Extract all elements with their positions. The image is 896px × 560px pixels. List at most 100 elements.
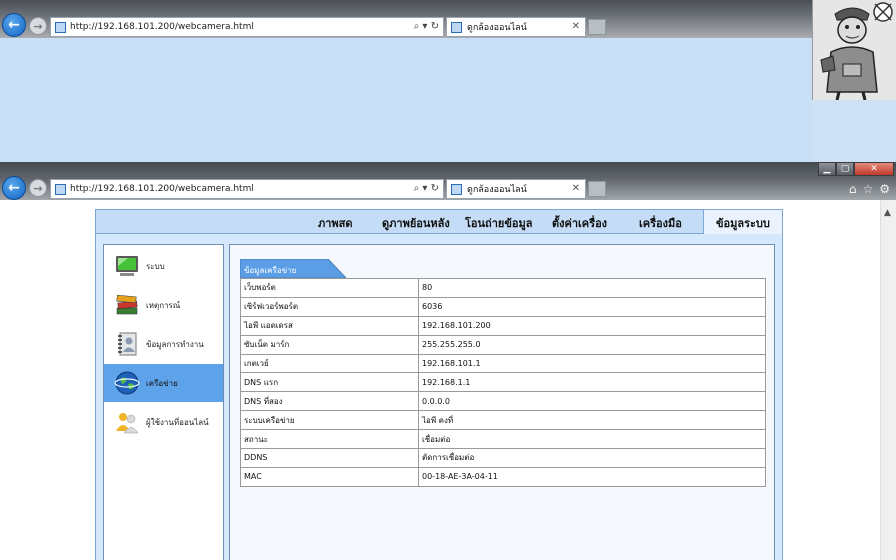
row-key: MAC [240,466,419,487]
new-tab-button[interactable] [588,181,606,197]
tab-title: ดูกล้องออนไลน์ [467,185,527,195]
row-value: 192.168.101.200 [418,315,766,336]
scroll-up-icon[interactable]: ▲ [884,208,891,218]
row-value: 255.255.255.0 [418,334,766,355]
address-tools[interactable]: ⌕ ▾ ↻ [414,183,439,194]
menu-system-info[interactable]: ข้อมูลระบบ [703,210,783,234]
tab-favicon-icon [451,21,462,33]
forward-button-icon[interactable]: → [29,179,47,197]
browser-tab[interactable]: ดูกล้องออนไลน์ ✕ [446,17,586,37]
sidebar-item-events[interactable]: เหตุการณ์ [104,286,223,324]
page-favicon-icon [55,183,66,195]
address-bar[interactable]: http://192.168.101.200/webcamera.html ⌕ … [50,17,444,37]
sidebar-item-system[interactable]: ระบบ [104,247,223,285]
sidebar-item-label: ผู้ใช้งานที่ออนไลน์ [146,417,209,427]
row-key: สถานะ [240,429,419,450]
network-info-table: เว็บพอร์ต 80 เซิร์ฟเวอร์พอร์ต 6036 ไอพี แอดเ… [240,278,766,487]
monitor-icon [116,256,138,276]
panel-title-tab: ข้อมูลเครือข่าย [239,258,348,279]
menu-live-view[interactable]: ภาพสด [318,214,353,232]
table-row: ระบบเครือข่าย ไอพี คงที่ [240,410,766,431]
window-controls: ▁ ▢ ✕ [818,162,894,176]
browser-tab[interactable]: ดูกล้องออนไลน์ ✕ [446,179,586,199]
sidebar-item-label: ข้อมูลการทำงาน [146,339,204,349]
row-key: ระบบเครือข่าย [240,410,419,431]
star-icon[interactable]: ☆ [862,182,873,196]
sidebar-item-label: เครือข่าย [146,378,178,388]
row-value: ตัดการเชื่อมต่อ [418,448,766,468]
menu-settings[interactable]: ตั้งค่าเครื่อง [552,214,607,232]
row-value: 192.168.101.1 [418,353,766,374]
cartoon-photo-icon [813,0,896,100]
minimize-button[interactable]: ▁ [818,162,836,176]
sidebar-item-logs[interactable]: ข้อมูลการทำงาน [104,325,223,363]
row-key: DDNS [240,448,419,468]
background-browser-toolbar: ← → http://192.168.101.200/webcamera.htm… [0,0,812,38]
globe-network-icon [114,371,140,395]
sidebar-item-label: เหตุการณ์ [146,300,181,310]
page-favicon-icon [55,21,66,33]
address-url[interactable]: http://192.168.101.200/webcamera.html [70,22,254,32]
row-value: 6036 [418,296,766,317]
row-value: เชื่อมต่อ [418,429,766,450]
background-browser-window: ← → http://192.168.101.200/webcamera.htm… [0,0,812,162]
address-bar[interactable]: http://192.168.101.200/webcamera.html ⌕ … [50,179,444,199]
table-row: DNS ที่สอง 0.0.0.0 [240,391,766,412]
table-row: เซิร์ฟเวอร์พอร์ต 6036 [240,296,766,317]
sidebar-item-label: ระบบ [146,261,165,271]
books-icon [116,294,138,315]
row-key: ไอพี แอดเดรส [240,315,419,336]
home-icon[interactable]: ⌂ [849,182,857,196]
network-info-panel: ข้อมูลเครือข่าย เว็บพอร์ต 80 เซิร์ฟเวอร์พอ… [229,244,775,560]
table-row: DNS แรก 192.168.1.1 [240,372,766,393]
table-row: ซับเน็ต มาร์ก 255.255.255.0 [240,334,766,355]
close-window-button[interactable]: ✕ [854,162,894,176]
row-value: 192.168.1.1 [418,372,766,393]
tab-close-icon[interactable]: ✕ [572,21,580,32]
sidebar: ระบบ เหตุการณ์ ข้อมูลการทำงาน เครือข่าย … [103,244,224,560]
row-value: 0.0.0.0 [418,391,766,412]
users-icon [116,413,139,434]
forward-button-icon[interactable]: → [29,17,47,35]
table-row: สถานะ เชื่อมต่อ [240,429,766,450]
vertical-scrollbar[interactable]: ▲ [880,200,896,560]
tab-title: ดูกล้องออนไลน์ [467,23,527,33]
row-key: เกตเวย์ [240,353,419,374]
main-browser-window: ▁ ▢ ✕ ← → http://192.168.101.200/webcame… [0,162,896,560]
row-value: ไอพี คงที่ [418,410,766,431]
main-browser-toolbar: ▁ ▢ ✕ ← → http://192.168.101.200/webcame… [0,162,896,200]
row-key: เว็บพอร์ต [240,278,419,298]
back-button-icon[interactable]: ← [2,176,26,200]
table-row: เกตเวย์ 192.168.101.1 [240,353,766,374]
notebook-user-icon [118,332,137,356]
menu-playback[interactable]: ดูภาพย้อนหลัง [382,214,450,232]
tab-close-icon[interactable]: ✕ [572,183,580,194]
sidebar-item-online-users[interactable]: ผู้ใช้งานที่ออนไลน์ [104,403,223,441]
table-row: ไอพี แอดเดรส 192.168.101.200 [240,315,766,336]
table-row: MAC 00-18-AE-3A-04-11 [240,466,766,487]
row-key: DNS ที่สอง [240,391,419,412]
table-row: DDNS ตัดการเชื่อมต่อ [240,448,766,468]
gear-icon[interactable]: ⚙ [879,182,890,196]
menu-backup[interactable]: โอนถ่ายข้อมูล [465,214,532,232]
web-page-content: ภาพสด ดูภาพย้อนหลัง โอนถ่ายข้อมูล ตั้งค่… [0,200,880,560]
background-page-area [0,38,812,162]
browser-toolbar-icons: ⌂ ☆ ⚙ [849,182,890,196]
address-tools[interactable]: ⌕ ▾ ↻ [414,21,439,32]
menu-tools[interactable]: เครื่องมือ [639,214,682,232]
row-value: 80 [418,278,766,298]
address-url[interactable]: http://192.168.101.200/webcamera.html [70,184,254,194]
back-button-icon[interactable]: ← [2,13,26,37]
tab-favicon-icon [451,183,462,195]
maximize-button[interactable]: ▢ [836,162,854,176]
row-key: DNS แรก [240,372,419,393]
row-key: ซับเน็ต มาร์ก [240,334,419,355]
row-key: เซิร์ฟเวอร์พอร์ต [240,296,419,317]
main-menu: ภาพสด ดูภาพย้อนหลัง โอนถ่ายข้อมูล ตั้งค่… [96,210,783,234]
panel-title: ข้อมูลเครือข่าย [244,266,297,275]
sidebar-item-network[interactable]: เครือข่าย [104,364,223,402]
webcam-app: ภาพสด ดูภาพย้อนหลัง โอนถ่ายข้อมูล ตั้งค่… [95,209,783,560]
user-avatar-photo [812,0,896,100]
new-tab-button[interactable] [588,19,606,35]
table-row: เว็บพอร์ต 80 [240,278,766,298]
